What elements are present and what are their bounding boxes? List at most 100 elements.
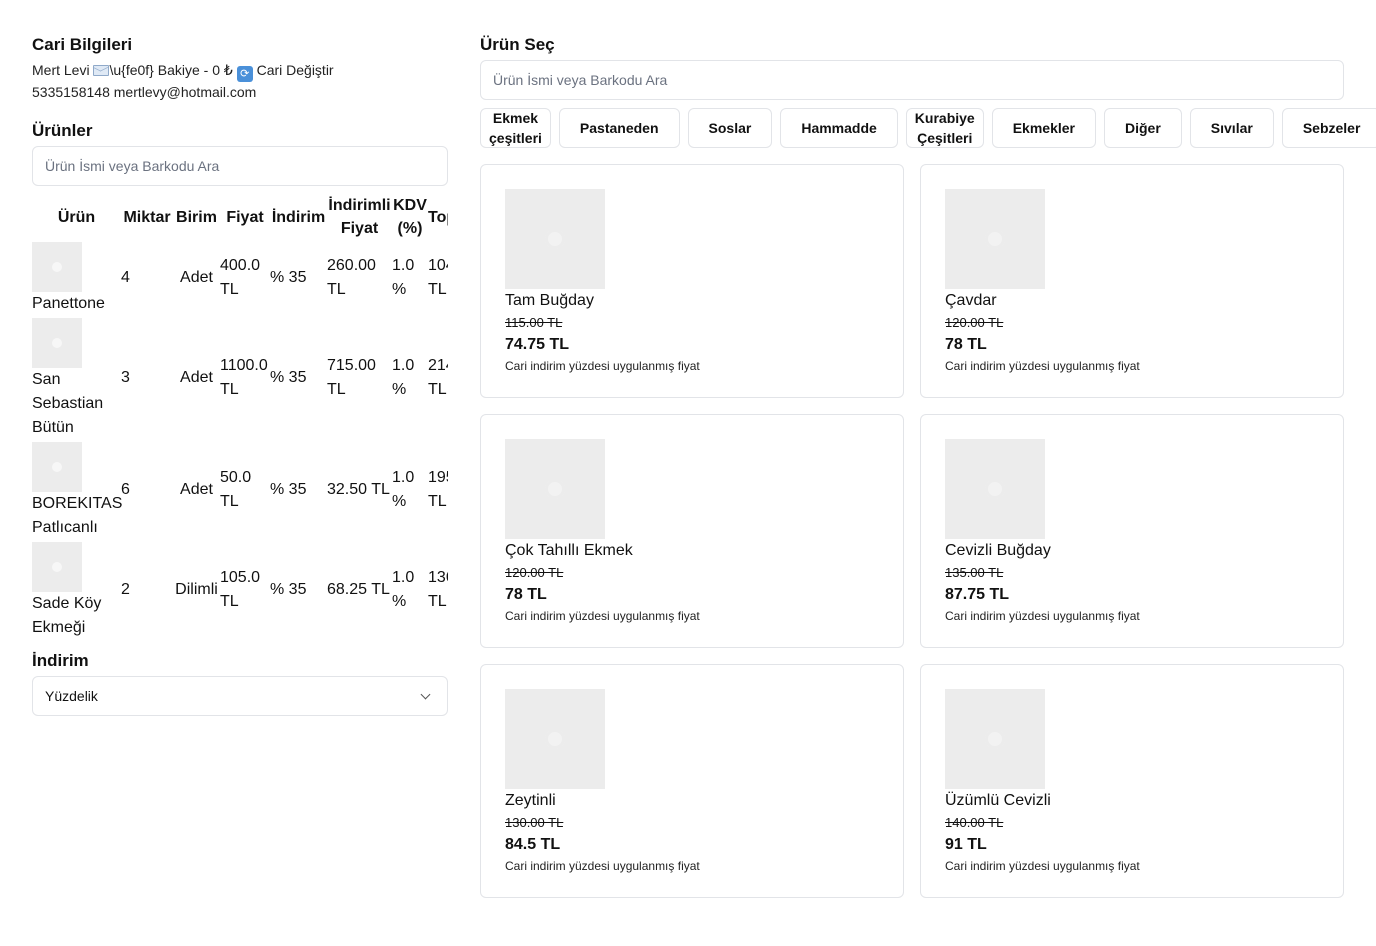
product-card[interactable]: Cevizli Buğday 135.00 TL 87.75 TL Cari i… — [920, 414, 1344, 648]
product-thumbnail — [32, 242, 82, 292]
cari-title: Cari Bilgileri — [32, 35, 133, 54]
product-image — [505, 689, 605, 789]
kdv-cell: 1.0 % — [392, 469, 415, 510]
original-price: 130.00 TL — [505, 815, 564, 830]
category-button[interactable]: Kurabiye Çeşitleri — [905, 108, 984, 148]
qty-cell[interactable]: 2 — [121, 540, 173, 640]
discounted-price: 74.75 TL — [505, 336, 570, 353]
discount-cell: % 35 — [270, 369, 307, 386]
product-picker-search-input[interactable] — [480, 60, 1344, 100]
category-button[interactable]: Diğer — [1104, 108, 1182, 148]
product-image — [945, 689, 1045, 789]
unit-cell: Dilimli — [175, 581, 218, 598]
col-header-qty: Miktar — [123, 208, 171, 226]
original-price: 120.00 TL — [505, 565, 564, 580]
product-card[interactable]: Tam Buğday 115.00 TL 74.75 TL Cari indir… — [480, 164, 904, 398]
original-price: 135.00 TL — [945, 565, 1004, 580]
discounted-price-cell: 32.50 TL — [327, 481, 390, 498]
col-header-discounted-price: İndirimli Fiyat — [328, 197, 391, 237]
chevron-down-icon — [420, 689, 431, 699]
unit-cell: Adet — [180, 269, 213, 286]
product-card[interactable]: Çok Tahıllı Ekmek 120.00 TL 78 TL Cari i… — [480, 414, 904, 648]
product-card[interactable]: Çavdar 120.00 TL 78 TL Cari indirim yüzd… — [920, 164, 1344, 398]
category-button[interactable]: Hammadde — [780, 108, 898, 148]
product-name: Panettone — [32, 295, 105, 312]
kdv-cell: 1.0 % — [392, 257, 415, 298]
refresh-icon[interactable]: ⟳ — [236, 66, 253, 82]
product-image — [945, 189, 1045, 289]
category-button[interactable]: Ekmek çeşitleri — [480, 108, 551, 148]
price-cell: 105.0 TL — [220, 569, 261, 610]
discount-type-value: Yüzdelik — [45, 688, 98, 704]
product-name: Tam Buğday — [505, 292, 594, 309]
qty-cell[interactable]: 6 — [121, 440, 173, 540]
qty-cell[interactable]: 4 — [121, 240, 173, 316]
kdv-cell: 1.0 % — [392, 569, 415, 610]
product-image — [505, 439, 605, 539]
product-thumbnail — [32, 542, 82, 592]
product-select-title: Ürün Seç — [480, 35, 555, 54]
price-note: Cari indirim yüzdesi uygulanmış fiyat — [505, 859, 700, 873]
col-header-total: Toplam — [428, 208, 448, 226]
change-cari-link[interactable]: Cari Değiştir — [257, 62, 334, 78]
category-button[interactable]: Pastaneden — [558, 108, 680, 148]
discount-cell: % 35 — [270, 269, 307, 286]
cart-table: Ürün Miktar Birim Fiyat İndirim İndiriml… — [32, 194, 448, 640]
discounted-price: 78 TL — [945, 336, 987, 353]
col-header-product: Ürün — [57, 208, 96, 226]
total-cell: 195.00 TL — [428, 469, 448, 510]
table-row[interactable]: BOREKITAS Patlıcanlı 6 Adet 50.0 TL % 35… — [32, 440, 448, 540]
table-header-row: Ürün Miktar Birim Fiyat İndirim İndiriml… — [32, 194, 448, 240]
product-image — [945, 439, 1045, 539]
cari-name: Mert Levi — [32, 62, 90, 78]
discounted-price: 91 TL — [945, 836, 987, 853]
product-card[interactable]: Zeytinli 130.00 TL 84.5 TL Cari indirim … — [480, 664, 904, 898]
table-row[interactable]: San Sebastian Bütün 3 Adet 1100.0 TL % 3… — [32, 316, 448, 440]
product-card[interactable]: Üzümlü Cevizli 140.00 TL 91 TL Cari indi… — [920, 664, 1344, 898]
cart-table-wrapper[interactable]: Ürün Miktar Birim Fiyat İndirim İndiriml… — [32, 194, 448, 642]
kdv-cell: 1.0 % — [392, 357, 415, 398]
product-cell: Panettone — [32, 240, 121, 316]
products-search-input[interactable] — [32, 146, 448, 186]
price-cell: 50.0 TL — [220, 469, 252, 510]
discounted-price: 87.75 TL — [945, 586, 1010, 603]
discounted-price-cell: 715.00 TL — [327, 357, 376, 398]
original-price: 140.00 TL — [945, 815, 1004, 830]
total-cell: 1040.00 TL — [428, 257, 448, 298]
cari-balance: Bakiye - 0 ₺ — [157, 62, 233, 78]
product-name: Sade Köy Ekmeği — [32, 595, 102, 636]
price-cell: 1100.0 TL — [220, 357, 268, 398]
discounted-price: 84.5 TL — [505, 836, 561, 853]
unit-cell: Adet — [180, 481, 213, 498]
discount-cell: % 35 — [270, 481, 307, 498]
cari-glyph: \u{fe0f} — [109, 62, 154, 78]
product-name: Çavdar — [945, 292, 997, 309]
category-button[interactable]: Sebzeler — [1281, 108, 1376, 148]
price-note: Cari indirim yüzdesi uygulanmış fiyat — [505, 359, 700, 373]
discounted-price: 78 TL — [505, 586, 547, 603]
table-row[interactable]: Panettone 4 Adet 400.0 TL % 35 260.00 TL… — [32, 240, 448, 316]
unit-cell: Adet — [180, 369, 213, 386]
product-grid: Tam Buğday 115.00 TL 74.75 TL Cari indir… — [480, 164, 1344, 898]
category-button[interactable]: Soslar — [687, 108, 773, 148]
discounted-price-cell: 260.00 TL — [327, 257, 376, 298]
product-cell: San Sebastian Bütün — [32, 316, 121, 440]
products-title: Ürünler — [32, 121, 93, 140]
cari-contact: 5335158148 mertlevy@hotmail.com — [32, 84, 257, 100]
product-name: Üzümlü Cevizli — [945, 792, 1051, 809]
price-note: Cari indirim yüzdesi uygulanmış fiyat — [945, 609, 1140, 623]
col-header-discount: İndirim — [271, 208, 326, 226]
envelope-icon — [93, 65, 110, 76]
table-row[interactable]: Sade Köy Ekmeği 2 Dilimli 105.0 TL % 35 … — [32, 540, 448, 640]
price-cell: 400.0 TL — [220, 257, 261, 298]
category-button[interactable]: Ekmekler — [991, 108, 1096, 148]
category-button[interactable]: Sıvılar — [1189, 108, 1274, 148]
col-header-kdv: KDV (%) — [393, 197, 427, 237]
discount-cell: % 35 — [270, 581, 307, 598]
qty-cell[interactable]: 3 — [121, 316, 173, 440]
discount-type-select[interactable]: Yüzdelik — [32, 676, 448, 716]
cari-info-line: Mert Levi \u{fe0f} Bakiye - 0 ₺ ⟳ Cari D… — [32, 60, 448, 82]
col-header-price: Fiyat — [226, 208, 264, 226]
category-filter-bar: Ekmek çeşitleri Pastaneden Soslar Hammad… — [480, 108, 1376, 148]
original-price: 115.00 TL — [505, 315, 563, 330]
